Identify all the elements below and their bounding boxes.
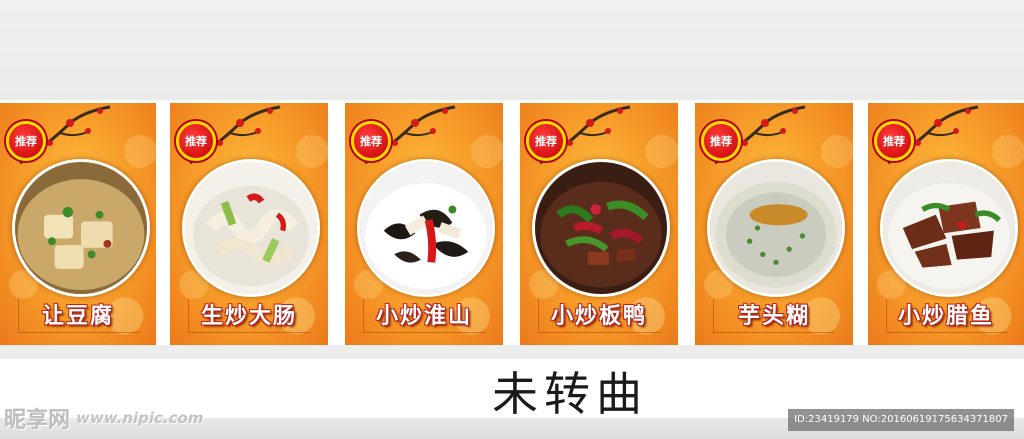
menu-card-stir-fried-yam[interactable]: 推荐 小炒淮山 <box>345 103 503 345</box>
watermark-logo: 昵享网 www.nipic.com <box>4 400 203 436</box>
dish-photo-cured-fish <box>880 159 1018 297</box>
dish-photo-stir-fried-duck <box>532 159 670 297</box>
menu-card-cured-fish[interactable]: 推荐 小炒腊鱼 <box>868 103 1024 345</box>
menu-card-row: 推荐 让豆腐 推荐 生炒大肠 推荐 小炒淮山 推荐 小炒板鸭 推荐 芋头糊 推荐… <box>0 100 1024 345</box>
menu-card-taro-paste[interactable]: 推荐 芋头糊 <box>695 103 853 345</box>
caption-text: 未转曲 <box>492 367 648 421</box>
menu-card-stir-fried-duck[interactable]: 推荐 小炒板鸭 <box>520 103 678 345</box>
dish-name-label: 芋头糊 <box>737 304 810 329</box>
recommend-badge: 推荐 <box>351 121 391 161</box>
recommend-badge: 推荐 <box>526 121 566 161</box>
dish-name-label: 小炒淮山 <box>375 304 472 329</box>
menu-card-rang-tofu[interactable]: 推荐 让豆腐 <box>0 103 156 345</box>
dish-name-label: 生炒大肠 <box>200 304 297 329</box>
divider-band <box>0 345 1024 359</box>
dish-name-label: 让豆腐 <box>41 304 114 329</box>
dish-name-label: 小炒板鸭 <box>550 304 647 329</box>
watermark-url: www.nipic.com <box>76 409 204 427</box>
recommend-badge: 推荐 <box>176 121 216 161</box>
watermark-id-label: ID:23419179 NO:20160619175634371807 <box>788 409 1014 431</box>
dish-name-label: 小炒腊鱼 <box>897 304 994 329</box>
menu-card-stir-fried-intestine[interactable]: 推荐 生炒大肠 <box>170 103 328 345</box>
recommend-badge: 推荐 <box>6 121 46 161</box>
watermark-logo-text: 昵享网 <box>4 408 71 433</box>
top-background-band <box>0 0 1024 100</box>
recommend-badge: 推荐 <box>701 121 741 161</box>
dish-photo-stir-fried-yam <box>357 159 495 297</box>
dish-photo-taro-paste <box>707 159 845 297</box>
dish-photo-rang-tofu <box>12 159 150 297</box>
dish-photo-stir-fried-intestine <box>182 159 320 297</box>
recommend-badge: 推荐 <box>874 121 914 161</box>
